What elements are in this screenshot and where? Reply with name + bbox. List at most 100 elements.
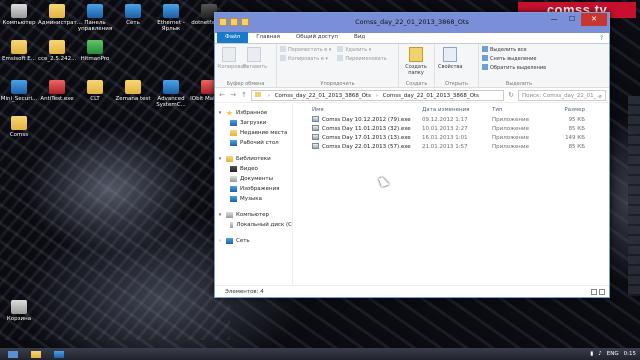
column-date[interactable]: Дата изменения — [419, 104, 489, 116]
new-folder-icon — [409, 47, 423, 62]
desktop-icon-item[interactable]: Emsisoft E... — [0, 40, 38, 62]
clock[interactable]: 0:15 — [624, 351, 636, 357]
tab-share[interactable]: Общий доступ — [288, 32, 346, 43]
desktop-icon-item[interactable]: Панель управления — [76, 4, 114, 32]
desktop-icon-item[interactable]: Mini_Securi... — [0, 80, 38, 102]
desktop-app-icon — [87, 4, 103, 18]
desktop-icon-item[interactable]: Сеть — [114, 4, 152, 26]
nav-documents[interactable]: Документы — [215, 174, 292, 184]
network-tray-icon[interactable]: ▮ — [590, 351, 593, 357]
large-icons-view-icon[interactable] — [599, 289, 605, 295]
invert-selection-icon — [482, 64, 488, 70]
close-button[interactable]: ✕ — [581, 13, 607, 26]
file-name: Comss Day 17.01.2013 (13).exe — [309, 134, 419, 143]
pictures-icon — [230, 186, 237, 192]
nav-network[interactable]: › Сеть — [215, 236, 292, 246]
forward-arrow-icon[interactable]: → — [229, 91, 237, 99]
delete-button[interactable]: Удалить ▾ — [337, 46, 386, 55]
nav-pictures[interactable]: Изображения — [215, 184, 292, 194]
desktop-icon-item[interactable]: Comss — [0, 116, 38, 138]
file-list-header: Имя Дата изменения Тип Размер — [293, 104, 609, 116]
desktop-icon-item[interactable]: Zemana test — [114, 80, 152, 102]
language-indicator[interactable]: ENG — [607, 351, 619, 357]
column-name[interactable]: Имя — [309, 104, 419, 116]
tab-home[interactable]: Главная — [248, 32, 288, 43]
ribbon: Копировать Вставить Буфер обмена Перемес… — [215, 44, 609, 88]
column-type[interactable]: Тип — [489, 104, 547, 116]
chevron-right-icon: › — [219, 238, 221, 244]
paste-button[interactable]: Вставить — [243, 46, 267, 70]
copy-icon — [222, 47, 236, 62]
desktop-icon-item[interactable]: cce_2.5.242... — [38, 40, 76, 62]
nav-libraries[interactable]: ▾ Библиотеки — [215, 154, 292, 164]
explorer-body: ▾ Избранное Загрузки Недавние места Рабоч… — [215, 104, 609, 285]
file-size: 149 КБ — [565, 135, 585, 141]
nav-computer[interactable]: ▾ Компьютер — [215, 210, 292, 220]
nav-desktop[interactable]: Рабочий стол — [215, 138, 292, 148]
desktop-icon-item[interactable]: Корзина — [0, 300, 38, 322]
tab-view[interactable]: Вид — [346, 32, 373, 43]
maximize-button[interactable]: ☐ — [563, 13, 581, 26]
rename-button[interactable]: Переименовать — [337, 55, 387, 64]
taskbar-explorer[interactable] — [26, 349, 46, 359]
up-arrow-icon[interactable]: ↑ — [240, 91, 248, 99]
exe-file-icon — [312, 143, 319, 149]
desktop-icon-item[interactable]: HitmanPro — [76, 40, 114, 62]
star-icon — [226, 110, 233, 116]
nav-local-disk[interactable]: Локальный диск (C — [215, 220, 292, 230]
desktop-app-icon — [49, 40, 65, 54]
details-view-icon[interactable] — [591, 289, 597, 295]
file-type: Приложение — [492, 144, 529, 150]
recent-places-icon — [230, 130, 237, 136]
search-input[interactable]: Поиск: Comss_day_22_01_... ⌕ — [518, 89, 606, 101]
desktop-icon-item[interactable]: Ethernet - Ярлык — [152, 4, 190, 32]
desktop-app-icon — [11, 4, 27, 18]
documents-icon — [230, 176, 237, 182]
tab-file[interactable]: Файл — [217, 32, 249, 43]
back-arrow-icon[interactable]: ← — [218, 91, 226, 99]
help-icon[interactable]: ? — [600, 35, 603, 42]
breadcrumb-item[interactable]: Comss_day_22_01_2013_3868_Ots — [275, 93, 371, 99]
file-row[interactable]: Comss Day 17.01.2013 (13).exe 16.01.2013 … — [293, 134, 609, 143]
invert-selection-button[interactable]: Обратить выделение — [482, 64, 556, 73]
copy-button[interactable]: Копировать — [218, 46, 249, 70]
app-icon — [54, 350, 64, 358]
select-all-button[interactable]: Выделить все — [482, 46, 556, 55]
file-row[interactable]: Comss Day 22.01.2013 (57).exe 21.01.2013 … — [293, 143, 609, 152]
desktop-icon-item[interactable]: Администрат... — [38, 4, 82, 26]
volume-icon[interactable]: ♪ — [598, 351, 602, 357]
copy-to-button[interactable]: Копировать в ▾ — [280, 55, 331, 64]
desktop-icon-label: Корзина — [6, 316, 32, 322]
desktop-icon-item[interactable]: Компьютер — [0, 4, 38, 26]
properties-button[interactable]: Свойства — [438, 46, 462, 70]
title-bar[interactable]: Comss_day_22_01_2013_3868_Ots — ☐ ✕ — [215, 13, 609, 33]
column-size[interactable]: Размер — [547, 104, 585, 116]
file-row[interactable]: Comss Day 10.12.2012 (79).exe 09.12.2012 … — [293, 116, 609, 125]
breadcrumb-item[interactable]: Comss_day_22_01_2013_3868_Ots — [383, 93, 479, 99]
refresh-icon[interactable]: ↻ — [507, 91, 515, 99]
desktop-icon-item[interactable]: AntiTest.exe — [38, 80, 76, 102]
file-row[interactable]: Comss Day 11.01.2013 (32).exe 10.01.2013 … — [293, 125, 609, 134]
address-field[interactable]: › Comss_day_22_01_2013_3868_Ots › Comss_… — [251, 89, 504, 101]
desktop-icon-label: Zemana test — [115, 96, 151, 102]
select-none-button[interactable]: Снять выделение — [482, 55, 556, 64]
nav-favorites[interactable]: ▾ Избранное — [215, 108, 292, 118]
search-icon: ⌕ — [598, 92, 602, 100]
desktop-icon-item[interactable]: CLT — [76, 80, 114, 102]
nav-music[interactable]: Музыка — [215, 194, 292, 204]
desktop-icon-item[interactable]: Advanced SystemC... — [152, 80, 190, 108]
nav-video[interactable]: Видео — [215, 164, 292, 174]
rename-icon — [337, 55, 344, 61]
file-rows: Comss Day 10.12.2012 (79).exe 09.12.2012 … — [293, 116, 609, 152]
nav-recent-places[interactable]: Недавние места — [215, 128, 292, 138]
file-name: Comss Day 10.12.2012 (79).exe — [309, 116, 419, 125]
video-icon — [230, 166, 237, 172]
move-to-button[interactable]: Переместить в ▾ — [280, 46, 331, 55]
file-type: Приложение — [492, 126, 529, 132]
nav-downloads[interactable]: Загрузки — [215, 118, 292, 128]
start-button[interactable] — [3, 349, 23, 359]
taskbar-app[interactable] — [49, 349, 69, 359]
exe-file-icon — [312, 116, 319, 122]
new-folder-button[interactable]: Создать папку — [402, 46, 430, 76]
minimize-button[interactable]: — — [545, 13, 563, 26]
